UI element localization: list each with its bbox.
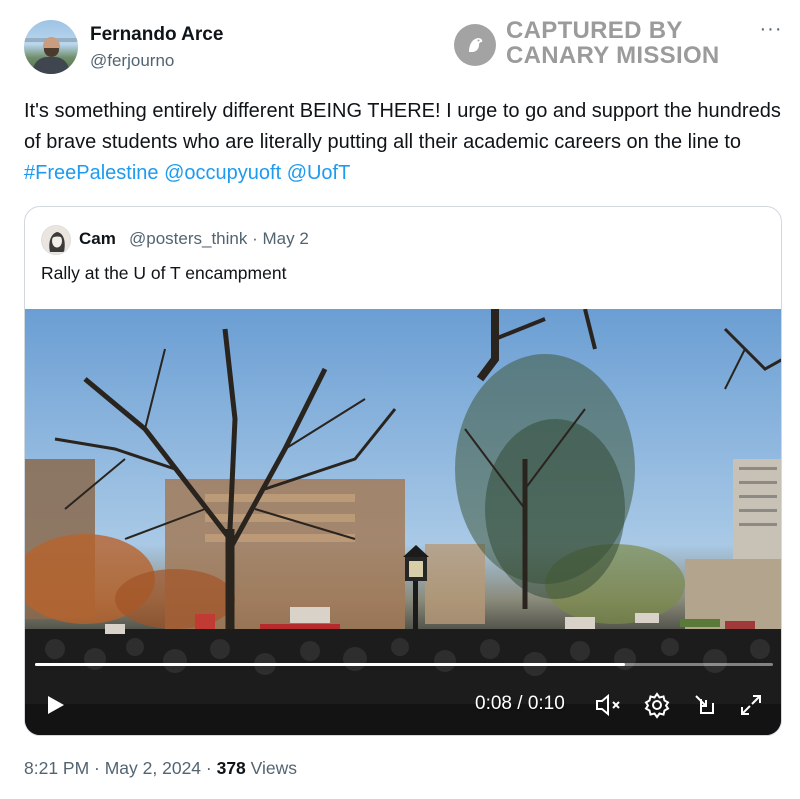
- video-progress-bar[interactable]: [35, 663, 773, 666]
- video-time: 0:08 / 0:10: [475, 693, 565, 714]
- video-progress-fill: [35, 663, 626, 666]
- volume-muted-icon[interactable]: [593, 691, 623, 719]
- tweet-meta: 8:21 PM · May 2, 2024 · 378 Views: [24, 758, 297, 779]
- author-name[interactable]: Fernando Arce: [90, 24, 223, 46]
- more-icon[interactable]: ···: [757, 19, 785, 48]
- tweet-text: It's something entirely different BEING …: [24, 96, 784, 189]
- tweet-timestamp[interactable]: 8:21 PM · May 2, 2024 ·: [24, 758, 217, 778]
- mention-link-occupyuoft[interactable]: @occupyuoft: [164, 162, 281, 184]
- video-player[interactable]: 0:08 / 0:10: [25, 309, 781, 735]
- views-count: 378: [216, 758, 246, 778]
- video-frame-rally-scene: [25, 309, 781, 735]
- exit-icon[interactable]: [691, 691, 719, 719]
- canary-mission-watermark: CAPTURED BY CANARY MISSION: [454, 18, 754, 74]
- settings-icon[interactable]: [643, 691, 671, 719]
- tweet-header: Fernando Arce @ferjourno CAPTURED BY CAN…: [24, 18, 785, 80]
- quoted-tweet[interactable]: Cam @posters_think · May 2 Rally at the …: [24, 206, 782, 736]
- fullscreen-icon[interactable]: [737, 691, 765, 719]
- quoted-author-avatar[interactable]: [41, 225, 71, 255]
- watermark-line-1: CAPTURED BY: [506, 17, 683, 44]
- tweet-body: It's something entirely different BEING …: [24, 100, 781, 153]
- mention-link-uoft[interactable]: @UofT: [287, 162, 351, 184]
- watermark-line-2: CANARY MISSION: [506, 42, 720, 69]
- views-label: Views: [245, 758, 298, 778]
- quoted-tweet-text: Rally at the U of T encampment: [41, 263, 287, 283]
- quoted-author-name[interactable]: Cam: [79, 229, 116, 249]
- play-icon[interactable]: [43, 693, 67, 717]
- author-avatar[interactable]: [24, 20, 78, 74]
- hashtag-link[interactable]: #FreePalestine: [24, 162, 159, 184]
- quoted-author-handle-date[interactable]: @posters_think · May 2: [129, 229, 309, 249]
- canary-logo-icon: [454, 24, 496, 66]
- author-handle[interactable]: @ferjourno: [90, 51, 174, 71]
